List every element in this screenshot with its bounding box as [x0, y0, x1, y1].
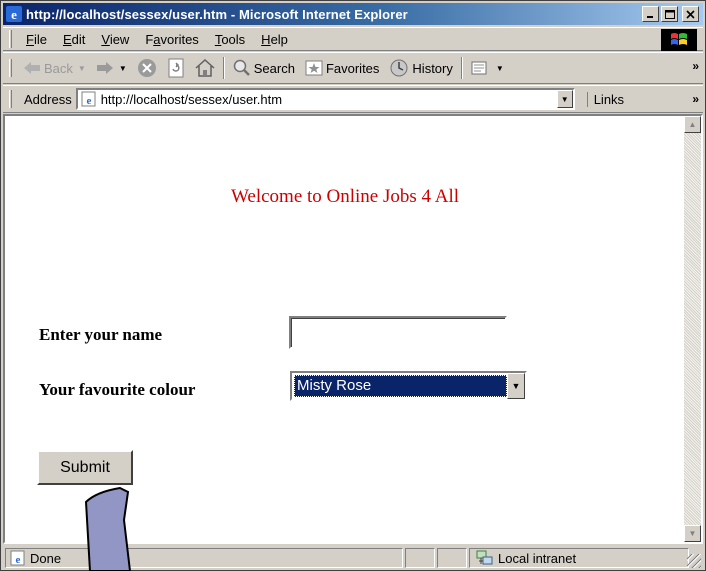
- mail-icon: [471, 61, 487, 75]
- minimize-icon: [647, 15, 653, 18]
- toolbar-grip[interactable]: [9, 59, 12, 77]
- mail-button[interactable]: ▼: [466, 55, 509, 81]
- back-dropdown-icon[interactable]: ▼: [78, 64, 86, 73]
- forward-button[interactable]: ▼: [91, 55, 132, 81]
- status-pane-progress: [405, 548, 435, 568]
- page-heading: Welcome to Online Jobs 4 All: [230, 186, 460, 207]
- page-icon: e: [10, 550, 25, 566]
- menu-edit[interactable]: Edit: [55, 32, 93, 47]
- minimize-button[interactable]: [642, 6, 659, 22]
- toolbar-grip[interactable]: [9, 90, 12, 108]
- page-viewport: Welcome to Online Jobs 4 All Enter your …: [3, 114, 703, 544]
- address-bar: Address e http://localhost/sessex/user.h…: [3, 85, 703, 113]
- status-pane-security: [437, 548, 467, 568]
- address-url: http://localhost/sessex/user.htm: [100, 91, 283, 107]
- address-label: Address: [24, 91, 72, 107]
- history-icon: [390, 59, 408, 77]
- stop-icon: [137, 59, 156, 77]
- menu-bar: File Edit View Favorites Tools Help: [3, 27, 703, 51]
- favorites-icon: [305, 60, 323, 76]
- favorites-button[interactable]: Favorites: [300, 55, 384, 81]
- toolbar-grip[interactable]: [9, 30, 12, 48]
- ie-logo-icon: e: [6, 6, 22, 22]
- address-dropdown-icon[interactable]: ▼: [556, 90, 573, 108]
- window-title: http://localhost/sessex/user.htm - Micro…: [26, 6, 408, 22]
- forward-dropdown-icon[interactable]: ▼: [119, 64, 127, 73]
- menu-view[interactable]: View: [93, 32, 137, 47]
- svg-text:e: e: [86, 95, 91, 107]
- address-input[interactable]: e http://localhost/sessex/user.htm ▼: [75, 88, 575, 110]
- windows-logo-icon: [661, 29, 697, 51]
- vertical-scrollbar[interactable]: ▲ ▼: [684, 116, 701, 542]
- close-button[interactable]: [682, 6, 699, 22]
- search-button[interactable]: Search: [228, 55, 300, 81]
- local-intranet-icon: [476, 550, 493, 565]
- mail-dropdown-icon[interactable]: ▼: [496, 64, 504, 73]
- chevron-down-icon[interactable]: ▼: [507, 373, 525, 399]
- submit-button[interactable]: Submit: [37, 450, 133, 485]
- pointer-overlay-shape: [84, 486, 132, 571]
- status-text: Done: [30, 550, 62, 566]
- links-more-icon[interactable]: »: [692, 92, 699, 106]
- web-page: Welcome to Online Jobs 4 All Enter your …: [5, 116, 685, 542]
- scroll-up-icon[interactable]: ▲: [684, 116, 701, 133]
- menu-favorites[interactable]: Favorites: [137, 32, 206, 47]
- refresh-icon: [168, 58, 184, 78]
- maximize-icon: [664, 9, 675, 19]
- history-button[interactable]: History: [384, 55, 457, 81]
- home-button[interactable]: [190, 55, 220, 81]
- colour-selected-option[interactable]: Misty Rose: [294, 375, 507, 397]
- forward-arrow-icon: [96, 62, 113, 74]
- menu-help[interactable]: Help: [253, 32, 296, 47]
- zone-pane: Local intranet: [469, 548, 689, 568]
- zone-text: Local intranet: [498, 550, 577, 566]
- status-text-pane: e Done: [5, 548, 403, 568]
- close-icon: [686, 9, 695, 19]
- page-icon: e: [81, 91, 96, 107]
- refresh-button[interactable]: [162, 55, 190, 81]
- name-label: Enter your name: [39, 325, 163, 344]
- scroll-down-icon[interactable]: ▼: [684, 525, 701, 542]
- maximize-button[interactable]: [661, 6, 678, 22]
- toolbar-more-icon[interactable]: »: [692, 59, 699, 73]
- name-input[interactable]: [289, 316, 507, 349]
- back-arrow-icon: [24, 62, 40, 74]
- menu-file[interactable]: File: [18, 32, 55, 47]
- menu-tools[interactable]: Tools: [207, 32, 253, 47]
- search-icon: [233, 59, 250, 76]
- resize-grip-icon[interactable]: [687, 554, 701, 568]
- stop-button[interactable]: [132, 55, 162, 81]
- back-button[interactable]: Back ▼: [18, 55, 91, 81]
- colour-select[interactable]: Misty Rose ▼: [290, 371, 527, 401]
- links-button[interactable]: Links: [586, 91, 624, 107]
- home-icon: [195, 59, 215, 77]
- svg-text:e: e: [16, 554, 21, 566]
- colour-label: Your favourite colour: [39, 380, 196, 399]
- title-bar[interactable]: e http://localhost/sessex/user.htm - Mic…: [3, 3, 703, 25]
- standard-toolbar: Back ▼ ▼ Search Favorites History ▼ »: [3, 52, 703, 84]
- svg-text:e: e: [11, 7, 17, 22]
